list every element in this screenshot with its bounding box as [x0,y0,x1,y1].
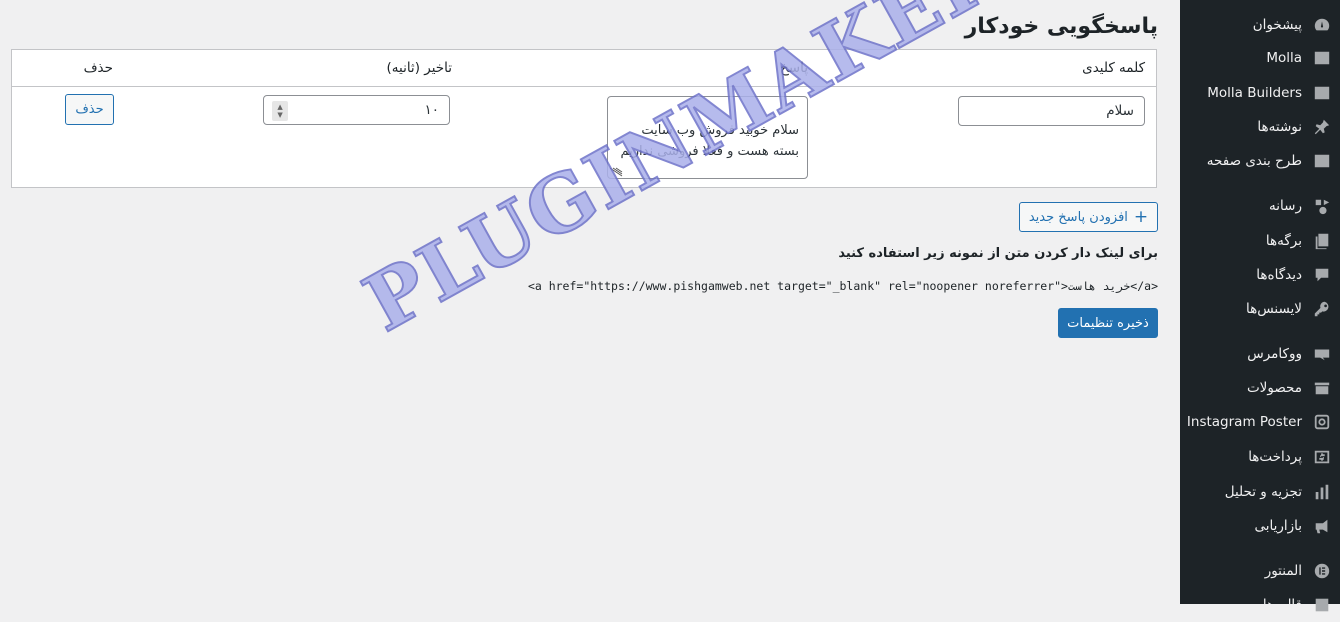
media-icon [1312,196,1332,216]
sidebar-item-label: طرح بندی صفحه [1206,153,1302,169]
sidebar-item-licenses[interactable]: لایسنس‌ها [1180,292,1340,326]
templates-icon [1312,595,1332,615]
header-delete: حذف [83,60,113,76]
main-content: پاسخگویی خودکار کلمه کلیدی پاسخ تاخیر (ث… [0,0,1180,604]
sidebar-item-molla-builders[interactable]: Molla Builders [1180,76,1340,110]
sidebar-item-analytics[interactable]: تجزیه و تحلیل [1180,475,1340,509]
delay-input[interactable]: ۱۰ ▲ ▼ [263,95,450,125]
sidebar-item-label: تجزیه و تحلیل [1224,484,1302,500]
analytics-icon [1312,482,1332,502]
sidebar-item-dashboard[interactable]: پیشخوان [1180,8,1340,42]
sidebar-item-molla[interactable]: Molla [1180,41,1340,75]
sidebar-item-comments[interactable]: دیدگاه‌ها [1180,258,1340,292]
sidebar-item-label: Instagram Poster [1186,414,1302,430]
sidebar-item-pages[interactable]: برگه‌ها [1180,224,1340,258]
comments-icon [1312,265,1332,285]
dashboard-icon [1312,15,1332,35]
delay-value: ۱۰ [424,102,439,118]
sidebar-item-layout[interactable]: طرح بندی صفحه [1180,144,1340,178]
sidebar-item-label: Molla Builders [1207,85,1302,101]
sidebar-item-label: رسانه [1269,198,1302,214]
sidebar-item-products[interactable]: محصولات [1180,371,1340,405]
keyword-input[interactable]: سلام [958,96,1145,126]
header-reply: پاسخ [780,60,808,76]
sidebar-item-label: قالب‌ها [1262,597,1302,613]
link-code-sample: <a href="https://www.pishgamweb.net targ… [527,279,1158,293]
sidebar-item-label: برگه‌ها [1265,233,1302,249]
sidebar-item-label: ووکامرس [1247,346,1302,362]
link-help-text: برای لینک دار کردن متن از نمونه زیر استف… [838,246,1158,261]
sidebar-item-label: پیشخوان [1252,17,1302,33]
sidebar-item-label: المنتور [1264,563,1302,579]
products-icon [1312,378,1332,398]
megaphone-icon [1312,516,1332,536]
sidebar-item-posts[interactable]: نوشته‌ها [1180,110,1340,144]
sidebar-item-label: نوشته‌ها [1257,119,1302,135]
payments-icon [1312,447,1332,467]
sidebar-item-payments[interactable]: پرداخت‌ها [1180,440,1340,474]
pages-icon [1312,231,1332,251]
key-icon [1312,299,1332,319]
molla-icon [1312,48,1332,68]
resize-handle-icon[interactable] [609,167,623,177]
plus-icon: + [1133,206,1149,227]
sidebar-item-woocommerce[interactable]: ووکامرس [1180,337,1340,371]
table-header: کلمه کلیدی پاسخ تاخیر (ثانیه) حذف [12,50,1156,87]
page-title: پاسخگویی خودکار [964,14,1158,39]
molla-builders-icon [1312,83,1332,103]
instagram-icon [1312,412,1332,432]
sidebar-item-label: Molla [1266,50,1302,66]
sidebar-item-media[interactable]: رسانه [1180,189,1340,223]
pin-icon [1312,117,1332,137]
sidebar-item-instagram-poster[interactable]: Instagram Poster [1180,405,1340,439]
add-reply-label: افزودن پاسخ جدید [1028,209,1128,225]
sidebar-item-label: بازاریابی [1254,518,1302,534]
elementor-icon [1312,561,1332,581]
reply-text: سلام خوبید فروش وب سایت بسته هست و فعلا … [620,123,799,159]
number-stepper-icon[interactable]: ▲ ▼ [272,101,288,121]
sidebar-item-templates[interactable]: قالب‌ها [1180,588,1340,622]
sidebar-item-label: محصولات [1246,380,1302,396]
save-settings-button[interactable]: ذخیره تنظیمات [1058,308,1158,338]
sidebar-item-elementor[interactable]: المنتور [1180,554,1340,588]
sidebar-item-label: پرداخت‌ها [1248,449,1302,465]
admin-sidebar: پیشخوان Molla Molla Builders نوشته‌ها طر… [1180,0,1340,613]
header-keyword: کلمه کلیدی [1082,60,1145,76]
header-delay: تاخیر (ثانیه) [386,60,452,76]
reply-textarea[interactable]: سلام خوبید فروش وب سایت بسته هست و فعلا … [607,96,808,179]
add-reply-button[interactable]: + افزودن پاسخ جدید [1019,202,1158,232]
sidebar-item-label: لایسنس‌ها [1245,301,1302,317]
woocommerce-icon [1312,344,1332,364]
auto-reply-table: کلمه کلیدی پاسخ تاخیر (ثانیه) حذف سلام س… [11,49,1157,188]
sidebar-item-label: دیدگاه‌ها [1256,267,1302,283]
layout-icon [1312,151,1332,171]
delete-row-button[interactable]: حذف [65,94,114,125]
sidebar-item-marketing[interactable]: بازاریابی [1180,509,1340,543]
